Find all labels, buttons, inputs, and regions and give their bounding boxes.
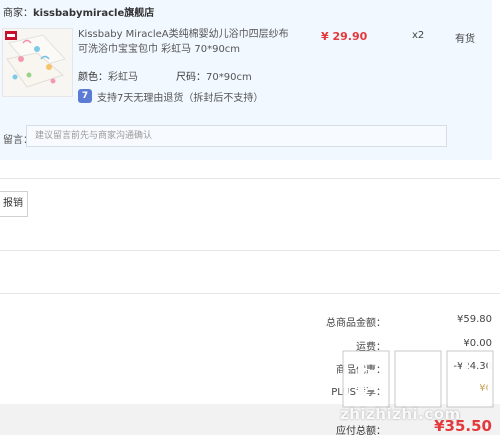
plus-label: PLUS专享： — [331, 387, 386, 398]
goods-total-row: 总商品金额： ¥59.80 — [0, 314, 500, 329]
discount-label: 商品优惠： — [336, 365, 386, 376]
freight-label: 运费： — [356, 342, 386, 353]
size-value: 70*90cm — [206, 72, 252, 83]
shop-header: 商家：kissbabymiracle旗舰店 — [3, 4, 154, 19]
note-input[interactable] — [26, 125, 447, 147]
plus-row: PLUS专享： -¥0 — [0, 383, 500, 398]
color-attribute: 颜色：彩虹马 — [78, 68, 138, 83]
shop-name[interactable]: kissbabymiracle旗舰店 — [33, 8, 154, 19]
size-attribute: 尺码：70*90cm — [176, 68, 252, 83]
freight-value: ¥0.00 — [463, 338, 492, 349]
towel-image — [3, 29, 72, 96]
product-price: ¥ 29.90 — [321, 30, 368, 43]
product-thumbnail[interactable] — [2, 28, 73, 97]
discount-value: -¥24.30 — [453, 361, 492, 372]
color-label: 颜色： — [78, 72, 108, 83]
return-policy-icon: 7 — [78, 89, 92, 103]
reimburse-button[interactable]: 报销 — [0, 191, 28, 217]
product-quantity: x2 — [412, 30, 425, 41]
divider — [0, 293, 500, 294]
product-title[interactable]: Kissbaby MiracleA类纯棉婴幼儿浴巾四层纱布可洗浴巾宝宝包巾 彩虹… — [78, 27, 298, 57]
discount-row: 商品优惠： -¥24.30 — [0, 361, 500, 376]
return-policy-text: 支持7天无理由退货（拆封后不支持） — [97, 92, 264, 104]
size-label: 尺码： — [176, 72, 206, 83]
shop-label: 商家： — [3, 8, 33, 19]
divider — [0, 178, 500, 179]
goods-total-label: 总商品金额： — [326, 318, 386, 329]
color-value: 彩虹马 — [108, 72, 138, 83]
stock-status: 有货 — [455, 34, 475, 45]
divider — [0, 250, 500, 251]
return-policy: 7 支持7天无理由退货（拆封后不支持） — [78, 88, 263, 104]
plus-value: -¥0 — [475, 383, 492, 394]
shop-order-panel: 商家：kissbabymiracle旗舰店 Kissbaby MiracleA类… — [0, 0, 492, 160]
freight-row: 运费： ¥0.00 — [0, 338, 500, 353]
goods-total-value: ¥59.80 — [457, 314, 492, 325]
watermark-domain: zhizhizhi.com — [340, 405, 461, 423]
